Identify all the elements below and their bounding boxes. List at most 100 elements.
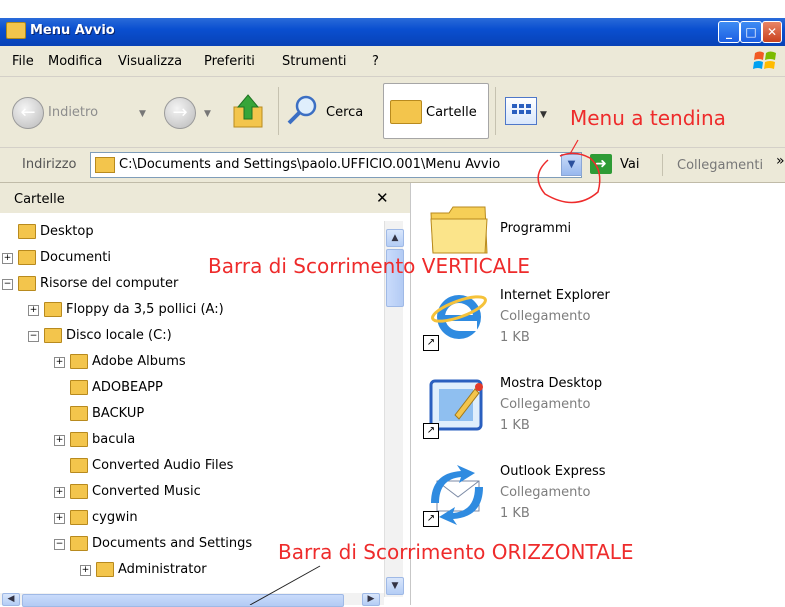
expand-icon[interactable]: + (54, 435, 65, 446)
tree-item[interactable]: − Disco locale (C:) (0, 325, 384, 351)
address-value[interactable]: C:\Documents and Settings\paolo.UFFICIO.… (119, 157, 559, 172)
expand-icon[interactable]: + (54, 487, 65, 498)
tree-item[interactable]: + bacula (0, 429, 384, 455)
folders-pane-header: Cartelle ✕ (0, 183, 410, 213)
menu-view[interactable]: Visualizza (118, 54, 182, 69)
item-size: 1 KB (500, 418, 530, 433)
annotation-vertical-scrollbar: Barra di Scorrimento VERTICALE (208, 254, 531, 278)
forward-arrow-icon[interactable]: → (164, 97, 196, 129)
tree-item[interactable]: Converted Audio Files (0, 455, 384, 481)
menu-edit[interactable]: Modifica (48, 54, 102, 69)
tree-item[interactable]: + cygwin (0, 507, 384, 533)
content-item-internet-explorer[interactable]: ↗ Internet Explorer Collegamento 1 KB (411, 283, 785, 367)
tree-item-label: ADOBEAPP (92, 380, 163, 395)
menu-help[interactable]: ? (372, 54, 379, 69)
content-item-programs[interactable]: Programmi (411, 183, 785, 263)
shortcut-arrow-icon: ↗ (423, 335, 439, 351)
tree-item-label: Desktop (40, 224, 94, 239)
search-icon[interactable] (286, 93, 320, 127)
item-name: Mostra Desktop (500, 376, 603, 391)
folder-icon (44, 302, 62, 317)
content-item-outlook-express[interactable]: ↗ Outlook Express Collegamento 1 KB (411, 459, 785, 543)
windows-logo-icon (753, 51, 776, 69)
folder-icon (6, 22, 26, 39)
tree-item-label: Documents and Settings (92, 536, 253, 551)
folder-icon (18, 224, 36, 239)
tree-item-label: BACKUP (92, 406, 145, 421)
tree-item[interactable]: + Adobe Albums (0, 351, 384, 377)
folder-icon (95, 157, 115, 173)
links-chevron-icon[interactable]: » (776, 153, 785, 169)
folder-icon (70, 354, 88, 369)
back-button-label[interactable]: Indietro (48, 105, 98, 120)
tree-item-label: bacula (92, 432, 136, 447)
maximize-button[interactable]: □ (740, 21, 762, 43)
folder-icon (70, 458, 88, 473)
scroll-left-button[interactable]: ◀ (2, 593, 20, 606)
tree-item-label: cygwin (92, 510, 138, 525)
item-type: Collegamento (500, 397, 591, 412)
views-dropdown-icon[interactable]: ▼ (540, 110, 547, 120)
folder-icon (96, 562, 114, 577)
shortcut-arrow-icon: ↗ (423, 511, 439, 527)
tree-item[interactable]: Desktop (0, 221, 384, 247)
horizontal-scroll-thumb[interactable] (22, 594, 344, 607)
expand-icon[interactable]: + (54, 513, 65, 524)
expand-icon[interactable]: + (28, 305, 39, 316)
item-name: Internet Explorer (500, 288, 610, 303)
minimize-button[interactable]: _ (718, 21, 740, 43)
menu-tools[interactable]: Strumenti (282, 54, 347, 69)
annotation-horizontal-scrollbar: Barra di Scorrimento ORIZZONTALE (278, 540, 634, 564)
folder-icon (70, 380, 88, 395)
close-button[interactable]: ✕ (762, 21, 782, 43)
tree-item[interactable]: + Converted Music (0, 481, 384, 507)
window-title: Menu Avvio (30, 23, 115, 38)
item-size: 1 KB (500, 330, 530, 345)
links-label[interactable]: Collegamenti (677, 158, 763, 173)
address-dropdown-button[interactable]: ▼ (561, 154, 582, 176)
item-name: Programmi (500, 221, 572, 236)
horizontal-scrollbar[interactable]: ◀ ▶ (0, 593, 384, 607)
tree-item[interactable]: BACKUP (0, 403, 384, 429)
address-input[interactable]: C:\Documents and Settings\paolo.UFFICIO.… (90, 152, 582, 178)
collapse-icon[interactable]: − (2, 279, 13, 290)
item-type: Collegamento (500, 485, 591, 500)
menu-bar: File Modifica Visualizza Preferiti Strum… (0, 46, 785, 77)
collapse-icon[interactable]: − (54, 539, 65, 550)
up-folder-icon[interactable] (232, 91, 266, 131)
item-size: 1 KB (500, 506, 530, 521)
folder-icon (44, 328, 62, 343)
tree-item[interactable]: + Floppy da 3,5 pollici (A:) (0, 299, 384, 325)
expand-icon[interactable]: + (2, 253, 13, 264)
scroll-down-button[interactable]: ▼ (386, 577, 404, 595)
scroll-up-button[interactable]: ▲ (386, 229, 404, 247)
menu-file[interactable]: File (12, 54, 34, 69)
tree-item[interactable]: ADOBEAPP (0, 377, 384, 403)
toolbar-separator (278, 87, 279, 135)
views-grid-icon[interactable] (505, 97, 537, 125)
back-dropdown-icon[interactable]: ▼ (139, 109, 146, 119)
content-item-show-desktop[interactable]: ↗ Mostra Desktop Collegamento 1 KB (411, 371, 785, 455)
collapse-icon[interactable]: − (28, 331, 39, 342)
scroll-right-button[interactable]: ▶ (362, 593, 380, 606)
folders-pane-title: Cartelle (14, 192, 65, 207)
close-icon[interactable]: ✕ (376, 189, 389, 207)
folders-button[interactable]: Cartelle (383, 83, 489, 139)
folder-icon (70, 406, 88, 421)
folder-icon (18, 250, 36, 265)
folders-icon (390, 100, 422, 124)
back-arrow-icon[interactable]: ← (12, 97, 44, 129)
forward-dropdown-icon[interactable]: ▼ (204, 109, 211, 119)
go-arrow-icon[interactable]: ➜ (590, 154, 612, 174)
tree-item-label: Documenti (40, 250, 111, 265)
search-button-label[interactable]: Cerca (326, 105, 363, 120)
address-separator (662, 154, 663, 176)
expand-icon[interactable]: + (80, 565, 91, 576)
menu-favorites[interactable]: Preferiti (204, 54, 255, 69)
tree-item-label: Risorse del computer (40, 276, 179, 291)
go-button-label[interactable]: Vai (620, 157, 639, 172)
address-bar: Indirizzo C:\Documents and Settings\paol… (0, 148, 785, 183)
expand-icon[interactable]: + (54, 357, 65, 368)
tree-item-label: Floppy da 3,5 pollici (A:) (66, 302, 224, 317)
title-bar[interactable]: Menu Avvio _ □ ✕ (0, 18, 785, 46)
